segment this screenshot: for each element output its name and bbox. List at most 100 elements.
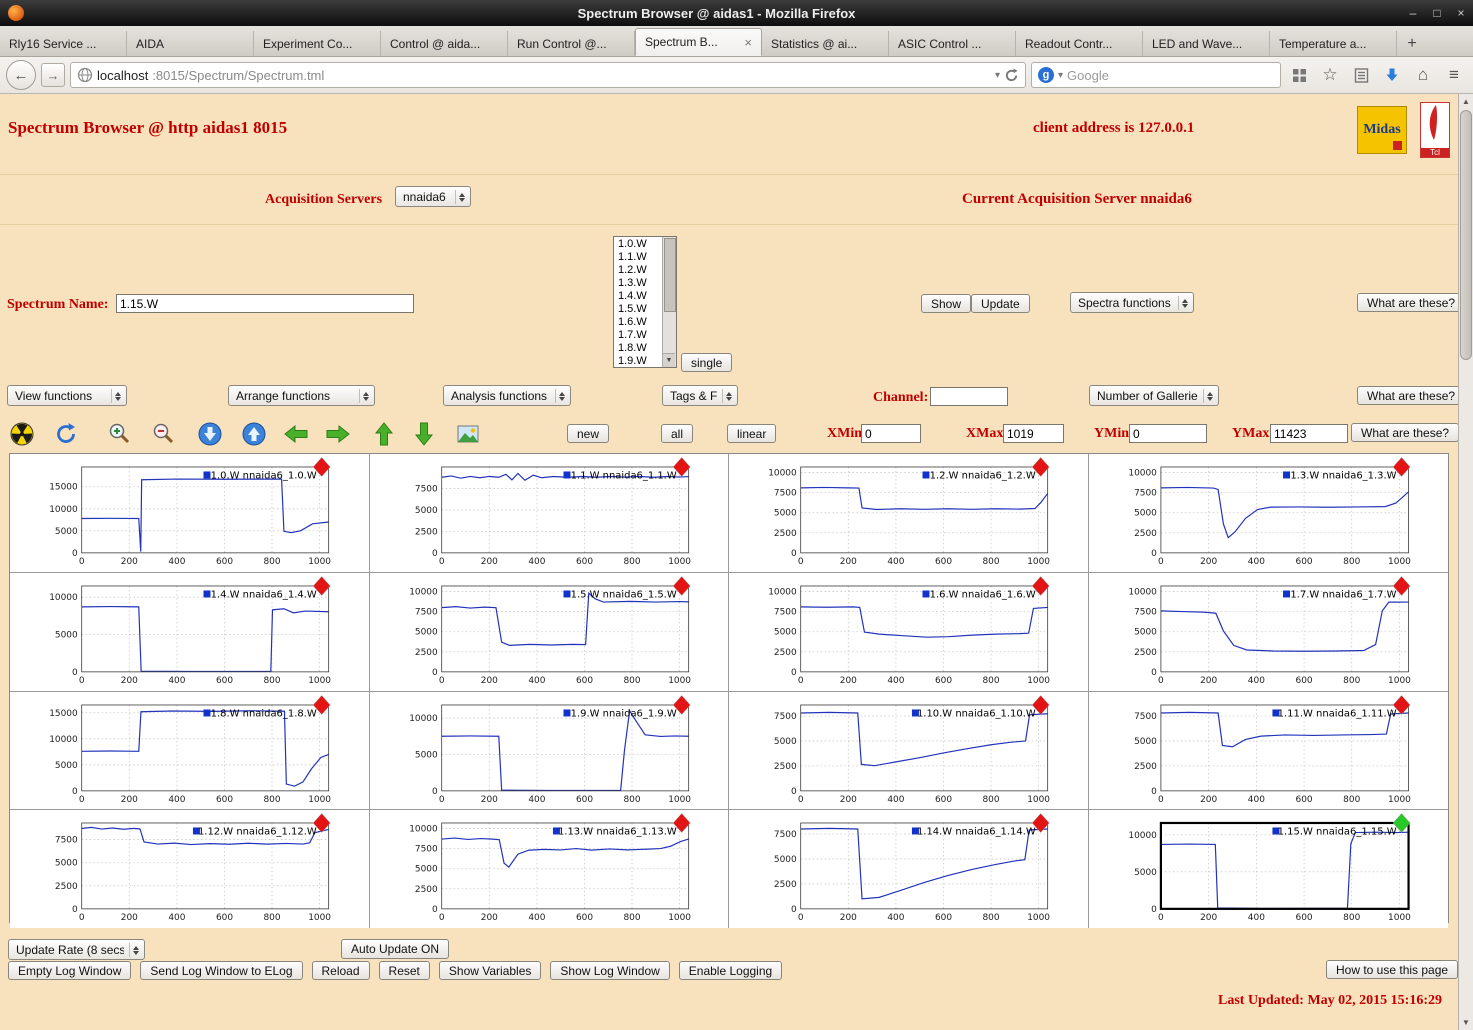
show-log-window-button[interactable]: Show Log Window — [550, 961, 670, 980]
spectrum-panel-1-1-w[interactable]: 0 2500 5000 7500 0 200 400 600 800 1000 1.1.W nnai… — [369, 454, 729, 573]
tab-led-and-wave[interactable]: LED and Wave... — [1143, 31, 1270, 56]
spectrum-list-item[interactable]: 1.7.W — [615, 329, 662, 342]
show-button[interactable]: Show — [921, 294, 972, 313]
green-up-arrow-icon[interactable] — [370, 420, 397, 447]
google-search-icon[interactable]: g — [1038, 67, 1054, 83]
listbox-scrollbar[interactable]: ▼ — [662, 237, 676, 367]
spectrum-list-item[interactable]: 1.6.W — [615, 316, 662, 329]
tab-asic-control[interactable]: ASIC Control ... — [889, 31, 1016, 56]
tab-rly16-service[interactable]: Rly16 Service ... — [0, 31, 127, 56]
tab-groups-icon[interactable] — [1286, 62, 1312, 88]
tab-temperature-a[interactable]: Temperature a... — [1270, 31, 1397, 56]
tab-close-icon[interactable]: × — [744, 35, 752, 50]
zoom-in-icon[interactable] — [106, 420, 133, 447]
scroll-up-icon[interactable]: ▲ — [1459, 94, 1473, 109]
number-of-galleries-select[interactable]: Number of Galleries — [1089, 385, 1219, 406]
tab-spectrum-b[interactable]: Spectrum B... × — [635, 28, 762, 56]
scroll-down-icon[interactable]: ▼ — [1459, 1015, 1473, 1030]
new-tab-button[interactable]: + — [1397, 32, 1427, 56]
blue-down-arrow-icon[interactable] — [196, 420, 223, 447]
empty-log-window-button[interactable]: Empty Log Window — [8, 961, 132, 980]
update-rate-select[interactable]: Update Rate (8 secs) — [8, 939, 145, 960]
what-are-these-button[interactable]: What are these? — [1351, 423, 1458, 442]
spectrum-panel-1-11-w[interactable]: 0 2500 5000 7500 0 200 400 600 800 1000 1.11.W nna… — [1088, 691, 1448, 811]
tcl-powered-logo[interactable]: Tcl — [1420, 102, 1450, 158]
listbox-scrollbar-thumb[interactable] — [664, 238, 676, 312]
spectrum-list-item[interactable]: 1.4.W — [615, 290, 662, 303]
page-scrollbar[interactable]: ▲ ▼ — [1458, 94, 1473, 1030]
spectrum-list-item[interactable]: 1.9.W — [615, 355, 662, 366]
spectrum-panel-1-2-w[interactable]: 0 2500 5000 7500 10000 0 200 400 600 800 1000 1.2.W… — [729, 454, 1089, 573]
green-down-arrow-icon[interactable] — [410, 420, 437, 447]
tab-readout-contr[interactable]: Readout Contr... — [1016, 31, 1143, 56]
spectrum-panel-1-10-w[interactable]: 0 2500 5000 7500 0 200 400 600 800 1000 1.10.W nna… — [729, 691, 1089, 811]
view-functions-select[interactable]: View functions — [7, 385, 127, 406]
spectrum-panel-1-6-w[interactable]: 0 2500 5000 7500 10000 0 200 400 600 800 1000 1.6.W… — [729, 572, 1089, 692]
spectrum-panel-1-0-w[interactable]: 0 5000 10000 15000 0 200 400 600 800 1000 1.0.W nn… — [10, 454, 370, 573]
zoom-out-icon[interactable] — [150, 420, 177, 447]
spectrum-panel-1-15-w[interactable]: 0 5000 10000 0 200 400 600 800 1000 1.15.W nnaida… — [1088, 810, 1448, 929]
single-button[interactable]: single — [681, 353, 733, 372]
reset-button[interactable]: Reset — [378, 961, 430, 980]
enable-logging-button[interactable]: Enable Logging — [678, 961, 783, 980]
scrollbar-thumb[interactable] — [1460, 110, 1472, 360]
spectrum-list-item[interactable]: 1.5.W — [615, 303, 662, 316]
arrange-functions-select[interactable]: Arrange functions — [228, 385, 375, 406]
downloads-icon[interactable] — [1379, 62, 1405, 88]
listbox-scroll-down-icon[interactable]: ▼ — [663, 353, 675, 367]
new-button[interactable]: new — [567, 424, 610, 443]
tab-run-control[interactable]: Run Control @... — [508, 31, 635, 56]
spectrum-list-item[interactable]: 1.3.W — [615, 277, 662, 290]
radiation-icon[interactable] — [8, 420, 35, 447]
spectrum-panel-1-5-w[interactable]: 0 2500 5000 7500 10000 0 200 400 600 800 1000 1.5.W… — [369, 572, 729, 692]
search-engine-dropdown-icon[interactable]: ▾ — [1058, 70, 1063, 81]
spectrum-panel-1-8-w[interactable]: 0 5000 10000 15000 0 200 400 600 800 1000 1.8.W nn… — [10, 691, 370, 811]
forward-button[interactable]: → — [41, 63, 65, 87]
reload-icon[interactable] — [1004, 67, 1019, 83]
gallery-image-icon[interactable] — [454, 420, 481, 447]
bookmark-star-icon[interactable]: ☆ — [1317, 62, 1343, 88]
home-icon[interactable]: ⌂ — [1410, 62, 1436, 88]
update-button[interactable]: Update — [971, 294, 1030, 313]
spectrum-panel-1-4-w[interactable]: 0 5000 10000 0 200 400 600 800 1000 1.4.W nnaida6… — [10, 572, 370, 692]
green-right-arrow-icon[interactable] — [324, 420, 351, 447]
spectrum-list-item[interactable]: 1.0.W — [615, 238, 662, 251]
what-are-these-button[interactable]: What are these? — [1357, 386, 1458, 405]
send-log-window-to-elog-button[interactable]: Send Log Window to ELog — [140, 961, 303, 980]
menu-icon[interactable]: ≡ — [1441, 62, 1467, 88]
what-are-these-button[interactable]: What are these? — [1357, 293, 1458, 312]
minimize-icon[interactable]: – — [1401, 6, 1425, 20]
ymax-input[interactable] — [1270, 424, 1348, 443]
tab-statistics-ai[interactable]: Statistics @ ai... — [762, 31, 889, 56]
spectrum-name-input[interactable] — [116, 294, 414, 313]
spectrum-list-item[interactable]: 1.8.W — [615, 342, 662, 355]
xmin-input[interactable] — [861, 424, 921, 443]
url-dropdown-icon[interactable]: ▾ — [995, 70, 1000, 81]
spectrum-panel-1-14-w[interactable]: 0 2500 5000 7500 0 200 400 600 800 1000 1.14.W nna… — [729, 810, 1089, 929]
tab-aida[interactable]: AIDA — [127, 31, 254, 56]
linear-button[interactable]: linear — [727, 424, 777, 443]
search-bar[interactable]: g ▾ Google — [1031, 62, 1281, 88]
refresh-icon[interactable] — [52, 420, 79, 447]
show-variables-button[interactable]: Show Variables — [438, 961, 542, 980]
midas-logo[interactable]: Midas — [1357, 106, 1407, 154]
analysis-functions-select[interactable]: Analysis functions — [443, 385, 571, 406]
spectrum-panel-1-7-w[interactable]: 0 2500 5000 7500 10000 0 200 400 600 800 1000 1.7.W… — [1088, 572, 1448, 692]
spectrum-panel-1-9-w[interactable]: 0 5000 10000 0 200 400 600 800 1000 1.9.W nnaida6… — [369, 691, 729, 811]
spectrum-listbox[interactable]: 1.0.W 1.1.W 1.2.W 1.3.W 1.4.W 1.5.W 1.6.W 1.7.W… — [613, 236, 677, 368]
blue-up-arrow-icon[interactable] — [240, 420, 267, 447]
spectrum-list-item[interactable]: 1.2.W — [615, 264, 662, 277]
spectrum-list-item[interactable]: 1.1.W — [615, 251, 662, 264]
channel-input[interactable] — [930, 387, 1008, 406]
close-icon[interactable]: × — [1449, 6, 1473, 20]
acquisition-server-select[interactable]: nnaida6 — [395, 186, 471, 207]
back-button[interactable]: ← — [6, 60, 36, 90]
spectrum-panel-1-13-w[interactable]: 0 2500 5000 7500 10000 0 200 400 600 800 1000 1.13.… — [369, 810, 729, 929]
ymin-input[interactable] — [1129, 424, 1207, 443]
green-left-arrow-icon[interactable] — [282, 420, 309, 447]
all-button[interactable]: all — [661, 424, 694, 443]
spectrum-panel-1-12-w[interactable]: 0 2500 5000 7500 0 200 400 600 800 1000 1.12.W nna… — [10, 810, 370, 929]
spectra-functions-select[interactable]: Spectra functions — [1070, 292, 1194, 313]
how-to-use-this-page-button[interactable]: How to use this page — [1326, 960, 1458, 979]
globe-icon[interactable] — [77, 67, 93, 83]
